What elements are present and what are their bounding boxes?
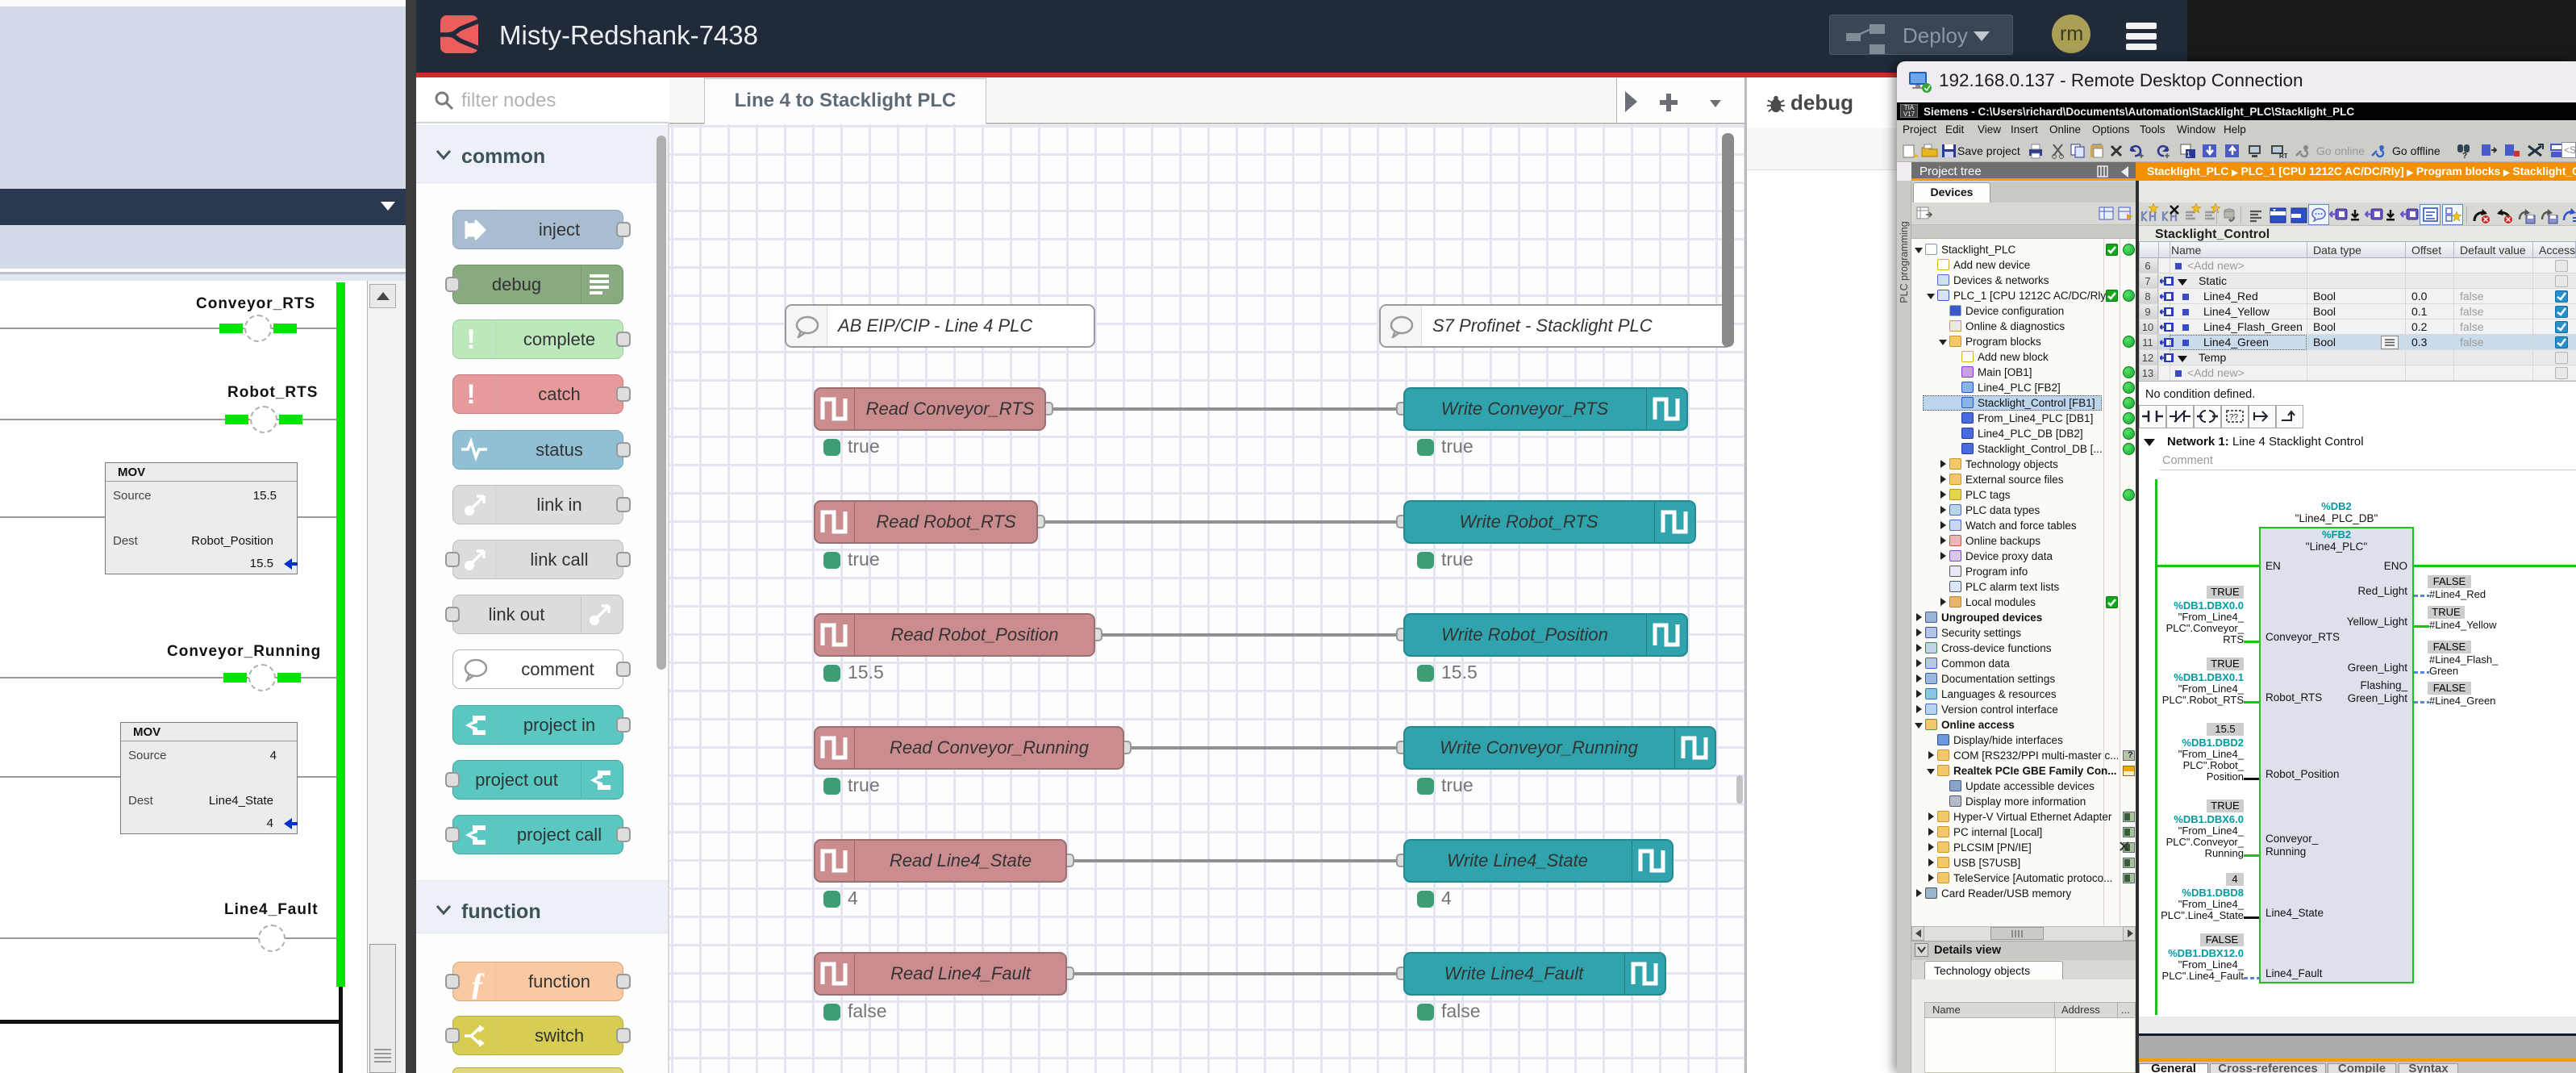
svg-text:??: ?? xyxy=(2229,413,2239,422)
svg-text:RT: RT xyxy=(2279,152,2287,159)
svg-text:1: 1 xyxy=(2186,150,2190,158)
svg-text:?: ? xyxy=(2462,152,2467,159)
